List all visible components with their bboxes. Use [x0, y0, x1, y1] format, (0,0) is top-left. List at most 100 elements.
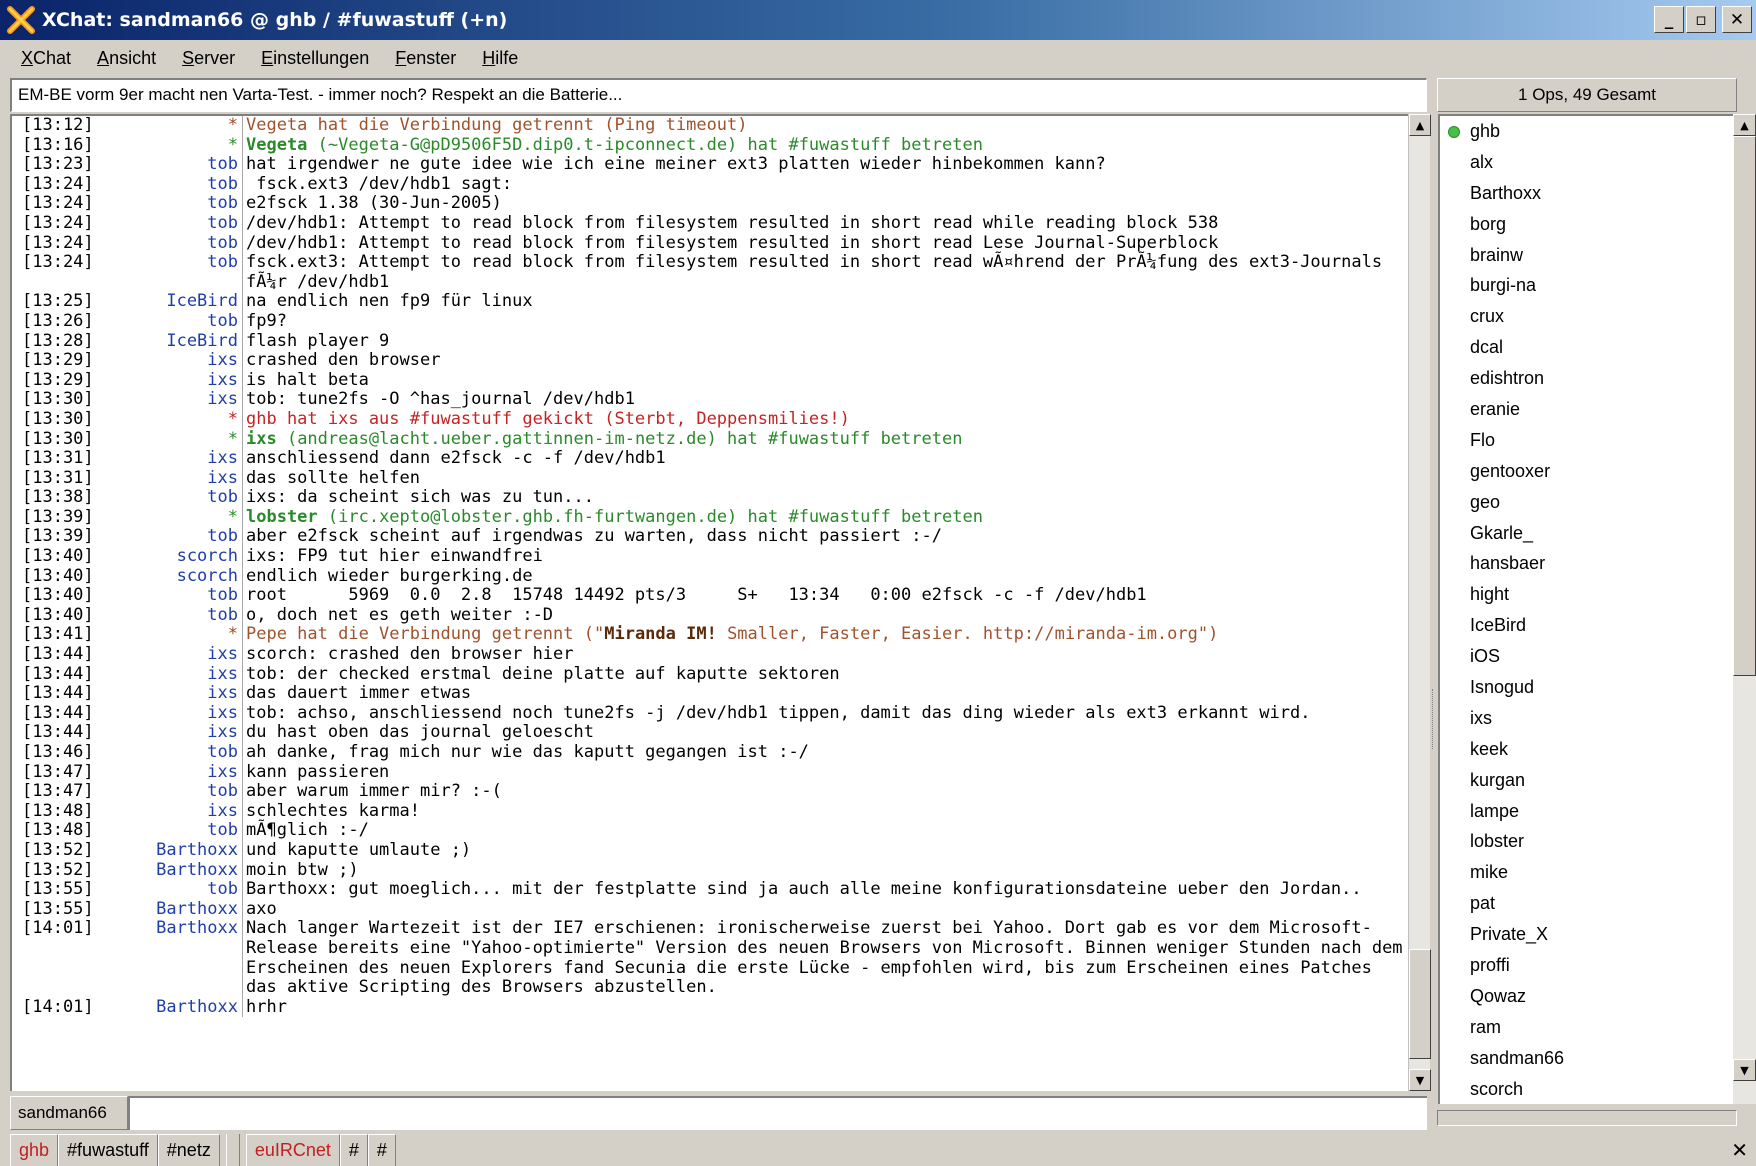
chat-nick[interactable]: *	[122, 429, 243, 450]
chat-nick[interactable]: tob	[122, 821, 243, 841]
user-list-item[interactable]: hight	[1440, 579, 1733, 610]
user-list-item[interactable]: pat	[1440, 888, 1733, 919]
nick-button[interactable]: sandman66	[10, 1096, 128, 1130]
chat-nick[interactable]: ixs	[122, 762, 243, 783]
user-list-item[interactable]: dcal	[1440, 332, 1733, 363]
menu-item-hilfe[interactable]: Hilfe	[469, 48, 531, 69]
chat-nick[interactable]: scorch	[122, 546, 243, 567]
chat-scroll-thumb[interactable]	[1409, 949, 1431, 1059]
chat-nick[interactable]: tob	[122, 233, 243, 254]
chat-nick[interactable]: ixs	[122, 703, 243, 724]
topic-field[interactable]: EM-BE vorm 9er macht nen Varta-Test. - i…	[10, 78, 1427, 112]
chat-nick[interactable]: *	[122, 409, 243, 430]
chat-nick[interactable]: tob	[122, 311, 243, 332]
scroll-down-icon[interactable]: ▼	[1409, 1069, 1431, 1091]
chat-nick[interactable]: Barthoxx	[122, 840, 243, 861]
chat-nick[interactable]: IceBird	[122, 331, 243, 352]
user-list-item[interactable]: alx	[1440, 147, 1733, 178]
scroll-up-icon[interactable]: ▲	[1409, 114, 1431, 136]
chat-nick[interactable]: ixs	[122, 390, 243, 410]
chat-nick[interactable]: Barthoxx	[122, 918, 243, 998]
user-list-item[interactable]: ixs	[1440, 703, 1733, 734]
chat-nick[interactable]: *	[122, 625, 243, 646]
title-bar[interactable]: XChat: sandman66 @ ghb / #fuwastuff (+n)…	[0, 0, 1756, 40]
chat-nick[interactable]: IceBird	[122, 292, 243, 312]
chat-nick[interactable]: tob	[122, 527, 243, 548]
user-list-item[interactable]: keek	[1440, 734, 1733, 765]
chat-log[interactable]: [13:12] * Vegeta hat die Verbindung getren…	[10, 114, 1408, 1091]
tab-server-euIRCnet[interactable]: euIRCnet	[245, 1134, 340, 1166]
chat-nick[interactable]: Barthoxx	[122, 860, 243, 881]
tab-channel-[interactable]: #	[339, 1134, 368, 1166]
chat-nick[interactable]: tob	[122, 586, 243, 606]
user-list-item[interactable]: edishtron	[1440, 363, 1733, 394]
user-list-item[interactable]: brainw	[1440, 240, 1733, 271]
chat-nick[interactable]: tob	[122, 742, 243, 763]
user-list-item[interactable]: scorch	[1440, 1074, 1733, 1104]
close-tab-icon[interactable]: ✕	[1731, 1138, 1748, 1162]
chat-nick[interactable]: tob	[122, 782, 243, 802]
chat-nick[interactable]: Barthoxx	[122, 997, 243, 1018]
chat-nick[interactable]: tob	[122, 213, 243, 234]
tab-channel-netz[interactable]: #netz	[157, 1134, 220, 1166]
user-list-item[interactable]: mike	[1440, 857, 1733, 888]
user-list-item[interactable]: Barthoxx	[1440, 178, 1733, 209]
user-list-item[interactable]: Gkarle_	[1440, 518, 1733, 549]
minimize-button[interactable]: _	[1654, 6, 1684, 33]
chat-nick[interactable]: Barthoxx	[122, 899, 243, 920]
user-list-item[interactable]: Isnogud	[1440, 672, 1733, 703]
chat-nick[interactable]: tob	[122, 174, 243, 195]
user-list-item[interactable]: Flo	[1440, 425, 1733, 456]
menu-item-ansicht[interactable]: Ansicht	[84, 48, 169, 69]
tab-channel-[interactable]: #	[367, 1134, 396, 1166]
user-list-item[interactable]: eranie	[1440, 394, 1733, 425]
user-list-scrollbar[interactable]: ▲ ▼	[1733, 114, 1756, 1104]
userlist-scroll-down-icon[interactable]: ▼	[1733, 1059, 1756, 1081]
chat-nick[interactable]: tob	[122, 488, 243, 508]
user-list-item[interactable]: ghb	[1440, 116, 1733, 147]
user-list-item[interactable]: lampe	[1440, 796, 1733, 827]
chat-nick[interactable]: tob	[122, 194, 243, 214]
user-list-item[interactable]: Qowaz	[1440, 981, 1733, 1012]
chat-nick[interactable]: tob	[122, 155, 243, 175]
user-list-item[interactable]: kurgan	[1440, 765, 1733, 796]
chat-nick[interactable]: ixs	[122, 684, 243, 704]
user-list-item[interactable]: IceBird	[1440, 610, 1733, 641]
user-list-item[interactable]: proffi	[1440, 950, 1733, 981]
maximize-button[interactable]: ▫	[1686, 6, 1716, 33]
close-button[interactable]: ✕	[1722, 6, 1752, 33]
userlist-scroll-up-icon[interactable]: ▲	[1733, 114, 1756, 136]
chat-nick[interactable]: ixs	[122, 448, 243, 469]
chat-nick[interactable]: ixs	[122, 370, 243, 391]
chat-nick[interactable]: tob	[122, 880, 243, 900]
chat-nick[interactable]: *	[122, 135, 243, 156]
chat-nick[interactable]: scorch	[122, 566, 243, 587]
user-list-item[interactable]: sandman66	[1440, 1043, 1733, 1074]
chat-nick[interactable]: ixs	[122, 664, 243, 685]
chat-scrollbar[interactable]: ▲ ▼	[1408, 114, 1431, 1091]
chat-nick[interactable]: ixs	[122, 801, 243, 822]
menu-item-fenster[interactable]: Fenster	[382, 48, 469, 69]
user-list[interactable]: ghb alx Barthoxx borg brainw burgi-na crux dcal…	[1438, 114, 1733, 1104]
chat-nick[interactable]: tob	[122, 252, 243, 293]
tab-server-ghb[interactable]: ghb	[10, 1134, 59, 1166]
chat-nick[interactable]: tob	[122, 605, 243, 626]
menu-item-xchat[interactable]: XChat	[8, 48, 84, 69]
chat-nick[interactable]: ixs	[122, 468, 243, 489]
menu-item-einstellungen[interactable]: Einstellungen	[248, 48, 382, 69]
chat-nick[interactable]: ixs	[122, 351, 243, 371]
tab-channel-fuwastuff[interactable]: #fuwastuff	[58, 1134, 158, 1166]
user-list-item[interactable]: crux	[1440, 301, 1733, 332]
menu-item-server[interactable]: Server	[169, 48, 248, 69]
user-list-item[interactable]: borg	[1440, 209, 1733, 240]
user-list-item[interactable]: hansbaer	[1440, 548, 1733, 579]
user-list-item[interactable]: gentooxer	[1440, 456, 1733, 487]
userlist-scroll-thumb[interactable]	[1733, 136, 1756, 676]
user-list-item[interactable]: iOS	[1440, 641, 1733, 672]
user-list-item[interactable]: lobster	[1440, 826, 1733, 857]
message-input[interactable]	[128, 1096, 1427, 1130]
chat-nick[interactable]: *	[122, 507, 243, 528]
user-list-item[interactable]: burgi-na	[1440, 270, 1733, 301]
chat-nick[interactable]: ixs	[122, 723, 243, 743]
user-list-item[interactable]: geo	[1440, 487, 1733, 518]
